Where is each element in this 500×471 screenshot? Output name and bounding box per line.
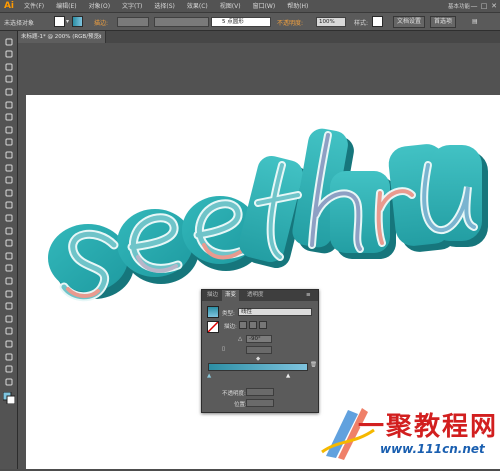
opacity-stop-field[interactable] [246, 388, 274, 396]
delete-stop-icon[interactable]: 🗑 [310, 362, 317, 368]
free-transform-tool-icon[interactable] [3, 226, 15, 235]
blend-tool-icon[interactable] [3, 302, 15, 311]
angle-icon: △ [238, 336, 243, 342]
opacity-field[interactable]: 100% [316, 17, 346, 27]
menu-item-4[interactable]: 选择(S) [148, 0, 181, 13]
pen-tool-icon[interactable] [3, 87, 15, 96]
site-watermark: 一聚教程网 www.111cn.net [318, 400, 496, 464]
shape-builder-tool-icon[interactable] [3, 239, 15, 248]
gradient-stop-right[interactable]: ▲ [286, 373, 290, 379]
artboard-tool-icon[interactable] [3, 339, 15, 348]
menu-list: 文件(F) 编辑(E) 对象(O) 文字(T) 选择(S) 效果(C) 视图(V) 窗口(W)… [18, 0, 314, 13]
mesh-tool-icon[interactable] [3, 264, 15, 273]
panel-menu-icon[interactable]: ≡ [306, 292, 311, 298]
fill-swatch[interactable] [54, 16, 65, 27]
maximize-button[interactable]: □ [480, 2, 488, 10]
tab-gradient[interactable]: 渐变 [222, 290, 240, 301]
document-tab-title: 未标题-1* @ 200% (RGB/预览) [21, 34, 102, 40]
brush-definition[interactable]: 5 点圆形 [211, 17, 271, 27]
zoom-tool-icon[interactable] [3, 377, 15, 386]
gradient-stop-left[interactable]: ▲ [207, 373, 211, 379]
rectangle-tool-icon[interactable] [3, 125, 15, 134]
stroke-option-1[interactable] [239, 321, 247, 329]
stroke-weight-field[interactable] [117, 17, 149, 27]
style-label: 样式: [354, 20, 369, 27]
stroke-swatch[interactable] [72, 16, 83, 27]
width-tool-icon[interactable] [3, 213, 15, 222]
eyedropper-tool-icon[interactable] [3, 289, 15, 298]
menu-item-1[interactable]: 编辑(E) [50, 0, 82, 13]
tools-panel [0, 31, 18, 469]
blob-brush-tool-icon[interactable] [3, 163, 15, 172]
control-bar: 未选择对象 ▾ 描边: 5 点圆形 不透明度: 100% 样式: 文档设置 首选… [0, 13, 500, 31]
word-see [48, 196, 264, 302]
selection-status: 未选择对象 [4, 20, 35, 27]
close-app-button[interactable]: ✕ [490, 2, 498, 10]
menu-bar: Ai 文件(F) 编辑(E) 对象(O) 文字(T) 选择(S) 效果(C) 视图(V) 窗口… [0, 0, 500, 13]
magic-wand-tool-icon[interactable] [3, 62, 15, 71]
tab-stroke[interactable]: 描边 [204, 290, 221, 301]
angle-field[interactable]: -90° [246, 335, 272, 343]
aspect-ratio-field[interactable] [246, 346, 272, 354]
preferences-button[interactable]: 首选项 [430, 16, 457, 28]
menu-item-3[interactable]: 文字(T) [116, 0, 148, 13]
perspective-grid-tool-icon[interactable] [3, 251, 15, 260]
opacity-label: 不透明度: [277, 20, 304, 27]
gradient-tool-icon[interactable] [3, 276, 15, 285]
gradient-preview-swatch[interactable] [207, 306, 219, 318]
position-field[interactable] [246, 399, 274, 407]
app-logo: Ai [3, 0, 15, 11]
stroke-label: 描边: [94, 20, 109, 27]
gradient-slider[interactable] [208, 363, 308, 371]
eraser-tool-icon[interactable] [3, 176, 15, 185]
column-graph-tool-icon[interactable] [3, 327, 15, 336]
tab-transparency[interactable]: 透明度 [244, 290, 267, 301]
close-tab-icon[interactable]: × [97, 31, 102, 43]
watermark-text: 一聚教程网 [358, 412, 499, 442]
menu-item-7[interactable]: 窗口(W) [247, 0, 282, 13]
minimize-button[interactable]: — [470, 2, 478, 10]
stroke-option-3[interactable] [259, 321, 267, 329]
paintbrush-tool-icon[interactable] [3, 138, 15, 147]
stroke-gradient-label: 描边: [224, 324, 237, 330]
menu-item-6[interactable]: 视图(V) [214, 0, 247, 13]
document-tab[interactable]: 未标题-1* @ 200% (RGB/预览) × [18, 31, 106, 43]
type-tool-icon[interactable] [3, 100, 15, 109]
symbol-sprayer-tool-icon[interactable] [3, 314, 15, 323]
midpoint-marker-icon[interactable]: ◆ [256, 356, 260, 362]
rotate-tool-icon[interactable] [3, 188, 15, 197]
document-setup-button[interactable]: 文档设置 [393, 16, 426, 28]
opacity-stop-label: 不透明度: [222, 391, 246, 397]
word-thru [239, 128, 488, 269]
lasso-tool-icon[interactable] [3, 75, 15, 84]
graphic-style-swatch[interactable] [372, 16, 383, 27]
workspace-switcher[interactable]: 基本功能 [448, 2, 470, 10]
line-tool-icon[interactable] [3, 113, 15, 122]
fill-stroke-swatch[interactable] [207, 321, 219, 333]
selection-tool-icon[interactable] [3, 37, 15, 46]
position-label: 位置: [234, 402, 247, 408]
variable-width-profile[interactable] [154, 17, 209, 27]
arrange-icon[interactable]: ▤ [472, 18, 478, 25]
document-tab-bar: 未标题-1* @ 200% (RGB/预览) × [18, 31, 500, 43]
fill-stroke-indicator[interactable] [3, 391, 15, 405]
stroke-option-2[interactable] [249, 321, 257, 329]
menu-item-0[interactable]: 文件(F) [18, 0, 50, 13]
gradient-type-select[interactable]: 线性 [238, 308, 312, 316]
hand-tool-icon[interactable] [3, 365, 15, 374]
watermark-url: www.111cn.net [380, 442, 485, 456]
scale-tool-icon[interactable] [3, 201, 15, 210]
gradient-panel-tabs: 描边 渐变 透明度 ≡ [202, 290, 318, 301]
slice-tool-icon[interactable] [3, 352, 15, 361]
gradient-panel[interactable]: 描边 渐变 透明度 ≡ 类型: 线性 描边: △ -90° ▯ ◆ 🗑 ▲ ▲ … [201, 289, 319, 413]
menu-item-8[interactable]: 帮助(H) [281, 0, 314, 13]
gradient-type-label: 类型: [222, 311, 235, 317]
direct-selection-tool-icon[interactable] [3, 50, 15, 59]
aspect-ratio-icon: ▯ [222, 346, 226, 352]
menu-item-2[interactable]: 对象(O) [83, 0, 116, 13]
menu-item-5[interactable]: 效果(C) [181, 0, 214, 13]
pencil-tool-icon[interactable] [3, 150, 15, 159]
